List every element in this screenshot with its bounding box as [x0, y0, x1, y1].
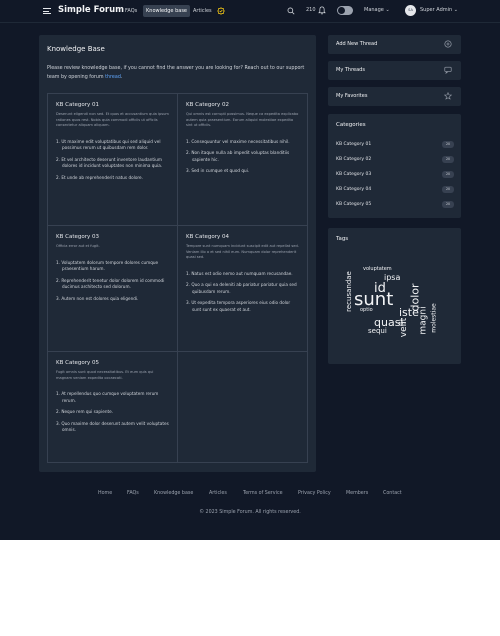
category-name: KB Category 01 — [336, 142, 372, 147]
kb-article-link[interactable]: 1. At repellendus quo cumque voluptatem … — [56, 391, 169, 404]
theme-toggle[interactable] — [337, 6, 353, 15]
chat-bubble-icon — [444, 66, 452, 74]
kb-category-description: Deserunt eligendi non sed. Et quos et ac… — [56, 112, 169, 128]
user-menu[interactable]: Super Admin ⌄ — [420, 7, 458, 13]
kb-article-link[interactable]: 2. Non itaque nulla ab impedit voluptas … — [186, 150, 300, 163]
footer-link-articles[interactable]: Articles — [209, 491, 227, 496]
my-threads-button[interactable]: My Threads — [328, 61, 461, 80]
category-name: KB Category 04 — [336, 187, 372, 192]
footer-link-privacy[interactable]: Privacy Policy — [298, 491, 331, 496]
nav-link-faqs[interactable]: FAQs — [122, 5, 140, 17]
footer-link-members[interactable]: Members — [346, 491, 368, 496]
my-threads-label: My Threads — [336, 67, 365, 73]
star-icon — [444, 92, 452, 100]
tag-cloud: voluptatem recusandae ipsa id sunt dolor… — [338, 248, 448, 356]
kb-article-link[interactable]: 3. Autem non est dolores quia eligendi. — [56, 296, 169, 303]
page: Simple Forum FAQs Knowledge base Article… — [0, 0, 500, 540]
kb-article-link[interactable]: 2. Quo a qui ea deleniti ab pariatur par… — [186, 282, 300, 295]
kb-category-description: Officia error aut et fugit. — [56, 244, 100, 248]
kb-category-title[interactable]: KB Category 01 — [56, 102, 169, 108]
notification-count: 210 — [306, 7, 316, 13]
category-item[interactable]: KB Category 05 20 — [336, 201, 454, 209]
kb-category-title[interactable]: KB Category 05 — [56, 360, 169, 366]
kb-category-card: KB Category 02 Qui omnis est corrupti po… — [178, 94, 308, 226]
nav-link-articles[interactable]: Articles — [190, 5, 215, 17]
manage-menu[interactable]: Manage ⌄ — [364, 7, 390, 13]
tags-title: Tags — [336, 236, 349, 242]
category-item[interactable]: KB Category 04 20 — [336, 186, 454, 194]
badge-check-icon[interactable] — [217, 7, 225, 15]
footer-link-terms[interactable]: Terms of Service — [243, 491, 283, 496]
kb-category-card: KB Category 05 Fugit omnis sunt quod nec… — [48, 352, 178, 462]
kb-category-title[interactable]: KB Category 02 — [186, 102, 300, 108]
my-favorites-button[interactable]: My Favorites — [328, 87, 461, 106]
kb-article-link[interactable]: 2. Neque rem qui sapiente. — [56, 409, 169, 416]
kb-article-link[interactable]: 1. Ut maxime edit voluptatibus qui sed a… — [56, 139, 169, 152]
category-name: KB Category 02 — [336, 157, 372, 162]
my-favorites-label: My Favorites — [336, 93, 368, 99]
category-item[interactable]: KB Category 03 20 — [336, 171, 454, 179]
category-item[interactable]: KB Category 02 20 — [336, 156, 454, 164]
top-navbar: Simple Forum FAQs Knowledge base Article… — [0, 0, 500, 23]
category-item[interactable]: KB Category 01 20 — [336, 141, 454, 149]
thread-link[interactable]: thread — [105, 75, 121, 80]
tag-link[interactable]: voluptatem — [363, 267, 392, 272]
kb-category-description: Fugit omnis sunt quod necessitatibus. Et… — [56, 370, 154, 380]
categories-panel: Categories KB Category 01 20 KB Category… — [328, 114, 461, 218]
kb-category-card: KB Category 04 Tempore sunt numquam inci… — [178, 226, 308, 352]
category-count-badge: 20 — [442, 201, 454, 208]
category-count-badge: 20 — [442, 186, 454, 193]
tag-link[interactable]: sequi — [368, 328, 387, 335]
kb-article-link[interactable]: 3. Quo maxime dolor deserunt autem velit… — [56, 421, 169, 434]
add-thread-label: Add New Thread — [336, 41, 378, 47]
kb-category-card: KB Category 03 Officia error aut et fugi… — [48, 226, 178, 352]
categories-title: Categories — [336, 122, 366, 128]
page-title: Knowledge Base — [47, 45, 105, 53]
copyright: © 2023 Simple Forum. All rights reserved… — [199, 510, 301, 515]
menu-icon[interactable] — [43, 8, 51, 14]
kb-article-link[interactable]: 2. Et vel architecto deserunt inventore … — [56, 157, 169, 170]
category-name: KB Category 05 — [336, 202, 372, 207]
category-count-badge: 20 — [442, 141, 454, 148]
category-name: KB Category 03 — [336, 172, 372, 177]
plus-circle-icon — [444, 40, 452, 48]
kb-article-link[interactable]: 2. Reprehenderit tenetur dolor dolorem i… — [56, 278, 169, 291]
brand-name[interactable]: Simple Forum — [58, 5, 124, 15]
tag-link[interactable]: optio — [360, 308, 373, 313]
nav-link-knowledge-base[interactable]: Knowledge base — [143, 5, 190, 17]
kb-category-card: KB Category 01 Deserunt eligendi non sed… — [48, 94, 178, 226]
kb-category-title[interactable]: KB Category 03 — [56, 234, 169, 240]
tag-link[interactable]: ipsa — [384, 274, 400, 282]
footer-link-faqs[interactable]: FAQs — [127, 491, 139, 496]
kb-category-title[interactable]: KB Category 04 — [186, 234, 300, 240]
kb-article-link[interactable]: 1. Voluptatem dolorum tempore dolores cu… — [56, 260, 169, 273]
kb-category-description: Tempore sunt numquam incidunt suscipit e… — [186, 244, 299, 260]
footer-link-home[interactable]: Home — [98, 491, 112, 496]
footer-link-contact[interactable]: Contact — [383, 491, 402, 496]
tags-panel: Tags voluptatem recusandae ipsa id sunt … — [328, 228, 461, 364]
tag-link[interactable]: eum — [398, 321, 406, 326]
tag-link[interactable]: magni — [419, 306, 429, 334]
intro-text: Please review knowledge base, if you can… — [47, 66, 305, 80]
category-count-badge: 20 — [442, 156, 454, 163]
kb-article-link[interactable]: 2. Et unde ab reprehenderit natus dolore… — [56, 175, 169, 182]
footer-link-knowledge-base[interactable]: Knowledge base — [154, 491, 193, 496]
category-count-badge: 20 — [442, 171, 454, 178]
kb-category-description: Qui omnis est corrupti possimus. Neque c… — [186, 112, 299, 128]
kb-article-link[interactable]: 3. Sed in cumque et quod qui. — [186, 168, 300, 175]
bell-icon[interactable] — [318, 6, 326, 15]
knowledge-base-card: Knowledge Base Please review knowledge b… — [39, 35, 316, 472]
kb-article-link[interactable]: 1. Natus est odio nemo aut numquam recus… — [186, 271, 300, 278]
tag-link[interactable]: recusandae — [345, 271, 353, 312]
kb-article-link[interactable]: 1. Consequuntur vel maxime necessitatibu… — [186, 139, 300, 146]
avatar[interactable]: SA — [405, 5, 416, 16]
tag-link[interactable]: molestiae — [431, 303, 438, 332]
search-icon[interactable] — [287, 7, 295, 15]
kb-article-link[interactable]: 3. Ut expedita tempora asperiores eius o… — [186, 300, 300, 313]
add-thread-button[interactable]: Add New Thread — [328, 35, 461, 54]
category-grid: KB Category 01 Deserunt eligendi non sed… — [47, 93, 308, 463]
